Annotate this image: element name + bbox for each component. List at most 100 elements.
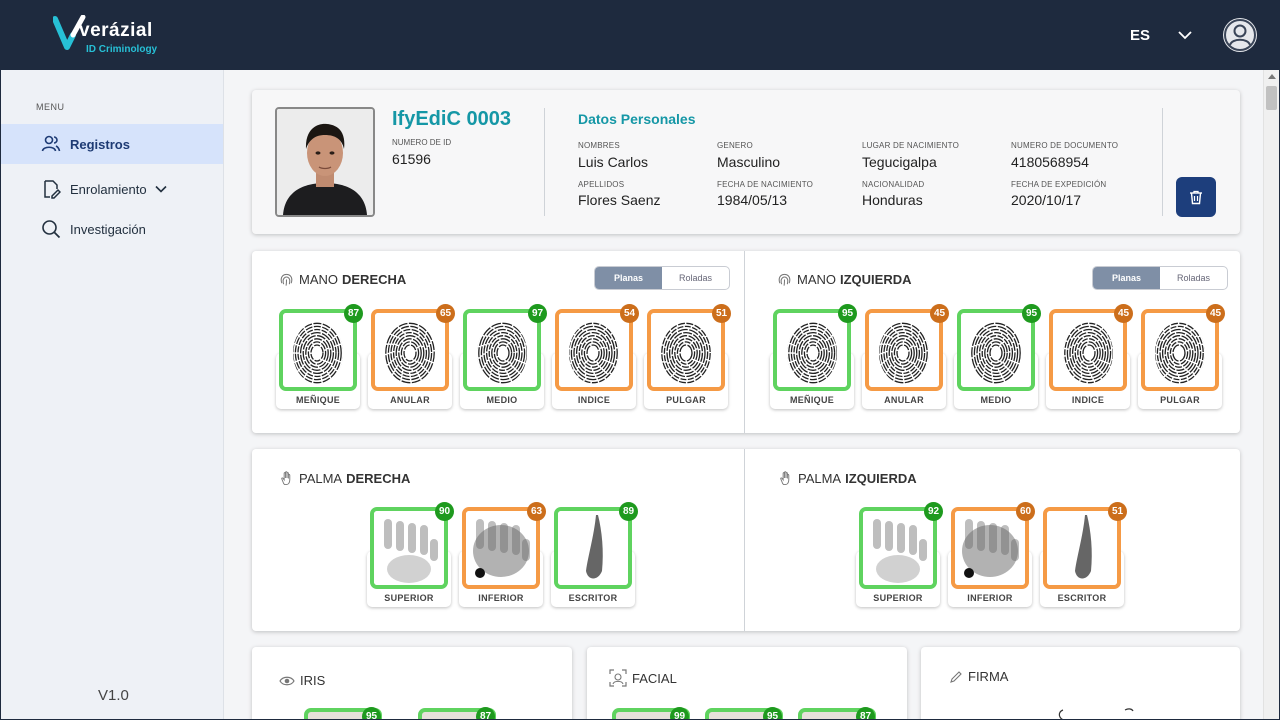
sidebar-item-enrolamiento[interactable]: Enrolamiento <box>1 169 223 209</box>
left-hand-capture-toggle: Planas Roladas <box>1092 266 1228 290</box>
capture-frame[interactable] <box>463 309 541 391</box>
biometric-slot[interactable]: 51 PULGAR <box>644 304 731 409</box>
capture-frame[interactable] <box>554 507 632 589</box>
biometric-slot[interactable]: 54 INDICE <box>552 304 639 409</box>
users-icon <box>41 135 61 152</box>
app-frame: verázial ID Criminology ES MENU Registro… <box>1 1 1279 719</box>
palm-image <box>1047 511 1117 585</box>
capture-frame[interactable] <box>1049 309 1127 391</box>
app-version: V1.0 <box>98 687 129 704</box>
slot-label: PULGAR <box>666 395 706 405</box>
biometric-slot[interactable]: 45 INDICE <box>1046 304 1133 409</box>
slot-label: MEDIO <box>980 395 1012 405</box>
biometric-slot[interactable]: 45 ANULAR <box>862 304 949 409</box>
brand-name: verázial <box>79 20 153 41</box>
quality-score-badge: 54 <box>620 304 639 323</box>
language-selector[interactable]: ES <box>1130 27 1150 44</box>
toggle-roladas[interactable]: Roladas <box>662 267 729 289</box>
capture-frame[interactable] <box>555 309 633 391</box>
quality-score-badge: 89 <box>619 502 638 521</box>
quality-score-badge: 95 <box>838 304 857 323</box>
chevron-down-icon[interactable] <box>155 183 167 195</box>
capture-frame[interactable] <box>462 507 540 589</box>
biometric-slot[interactable]: 87 MEÑIQUE <box>276 304 363 409</box>
palm-image <box>558 511 628 585</box>
thumbnail[interactable]: 95 <box>705 707 783 719</box>
thumbnail[interactable]: 99 <box>612 707 690 719</box>
capture-frame[interactable] <box>370 507 448 589</box>
capture-frame[interactable] <box>951 507 1029 589</box>
chevron-down-icon[interactable] <box>1177 27 1193 43</box>
sidebar-item-registros[interactable]: Registros <box>1 124 223 164</box>
fingerprint-image <box>651 313 721 387</box>
quality-score-badge: 99 <box>670 707 689 719</box>
title-prefix: MANO <box>299 272 338 287</box>
palm-image <box>863 511 933 585</box>
biometric-slot[interactable]: 90 SUPERIOR <box>367 502 454 607</box>
delete-button[interactable] <box>1176 177 1216 217</box>
quality-score-badge: 97 <box>528 304 547 323</box>
biometric-slot[interactable]: 95 MEÑIQUE <box>770 304 857 409</box>
field-label-fecha-expedicion: FECHA DE EXPEDICIÓN <box>1011 180 1107 189</box>
main-content: IfyEdiC 0003 NUMERO DE ID 61596 Datos Pe… <box>224 70 1264 719</box>
title-bold: IZQUIERDA <box>840 272 912 287</box>
quality-score-badge: 87 <box>856 707 875 719</box>
toggle-planas[interactable]: Planas <box>595 267 662 289</box>
capture-frame[interactable] <box>371 309 449 391</box>
toggle-roladas[interactable]: Roladas <box>1160 267 1227 289</box>
slot-label: ESCRITOR <box>1057 593 1107 603</box>
biometric-slot[interactable]: 95 MEDIO <box>954 304 1041 409</box>
scroll-up-arrow[interactable] <box>1268 74 1276 79</box>
left-palm-title: PALMA IZQUIERDA <box>778 470 917 486</box>
thumbnail[interactable]: 95 <box>304 707 382 719</box>
biometric-slot[interactable]: 97 MEDIO <box>460 304 547 409</box>
sidebar-item-label: Investigación <box>70 221 146 237</box>
fingerprint-image <box>467 313 537 387</box>
biometric-slot[interactable]: 63 INFERIOR <box>459 502 546 607</box>
facial-card: FACIAL 99 95 87 <box>587 647 907 719</box>
scrollbar[interactable] <box>1263 70 1279 719</box>
toggle-planas[interactable]: Planas <box>1093 267 1160 289</box>
slot-label: ANULAR <box>884 395 924 405</box>
field-value-genero: Masculino <box>717 154 781 170</box>
sidebar-item-label: Registros <box>70 136 130 152</box>
biometric-slot[interactable]: 92 SUPERIOR <box>856 502 943 607</box>
divider <box>744 251 745 433</box>
quality-score-badge: 90 <box>435 502 454 521</box>
slot-label: ESCRITOR <box>568 593 618 603</box>
biometric-slot[interactable]: 65 ANULAR <box>368 304 455 409</box>
quality-score-badge: 60 <box>1016 502 1035 521</box>
field-label-lugar-nacimiento: LUGAR DE NACIMIENTO <box>862 141 959 150</box>
face-scan-icon <box>609 669 627 687</box>
right-palm-title: PALMA DERECHA <box>279 470 410 486</box>
quality-score-badge: 65 <box>436 304 455 323</box>
biometric-slot[interactable]: 51 ESCRITOR <box>1040 502 1127 607</box>
capture-frame[interactable] <box>957 309 1035 391</box>
capture-frame[interactable] <box>1043 507 1121 589</box>
slot-label: MEDIO <box>486 395 518 405</box>
capture-frame[interactable] <box>773 309 851 391</box>
capture-frame[interactable] <box>279 309 357 391</box>
scroll-thumb[interactable] <box>1266 86 1277 110</box>
capture-frame[interactable] <box>859 507 937 589</box>
divider <box>1162 108 1163 216</box>
fingerprints-card: MANO DERECHA Planas Roladas MANO IZQUIER… <box>252 251 1240 433</box>
thumbnail[interactable]: 87 <box>798 707 876 719</box>
field-value-nombres: Luis Carlos <box>578 154 649 170</box>
portrait-image <box>277 109 373 215</box>
capture-frame[interactable] <box>865 309 943 391</box>
palm-image <box>374 511 444 585</box>
thumbnail[interactable]: 87 <box>418 707 496 719</box>
capture-frame[interactable] <box>647 309 725 391</box>
section-title-personal-data: Datos Personales <box>578 111 696 127</box>
fingerprint-image <box>283 313 353 387</box>
fingerprint-icon <box>778 273 791 286</box>
palm-image <box>466 511 536 585</box>
sidebar-item-investigacion[interactable]: Investigación <box>1 209 223 249</box>
biometric-slot[interactable]: 45 PULGAR <box>1138 304 1225 409</box>
biometric-slot[interactable]: 89 ESCRITOR <box>551 502 638 607</box>
biometric-slot[interactable]: 60 INFERIOR <box>948 502 1035 607</box>
slot-label: SUPERIOR <box>873 593 923 603</box>
capture-frame[interactable] <box>1141 309 1219 391</box>
user-avatar[interactable] <box>1223 18 1257 52</box>
